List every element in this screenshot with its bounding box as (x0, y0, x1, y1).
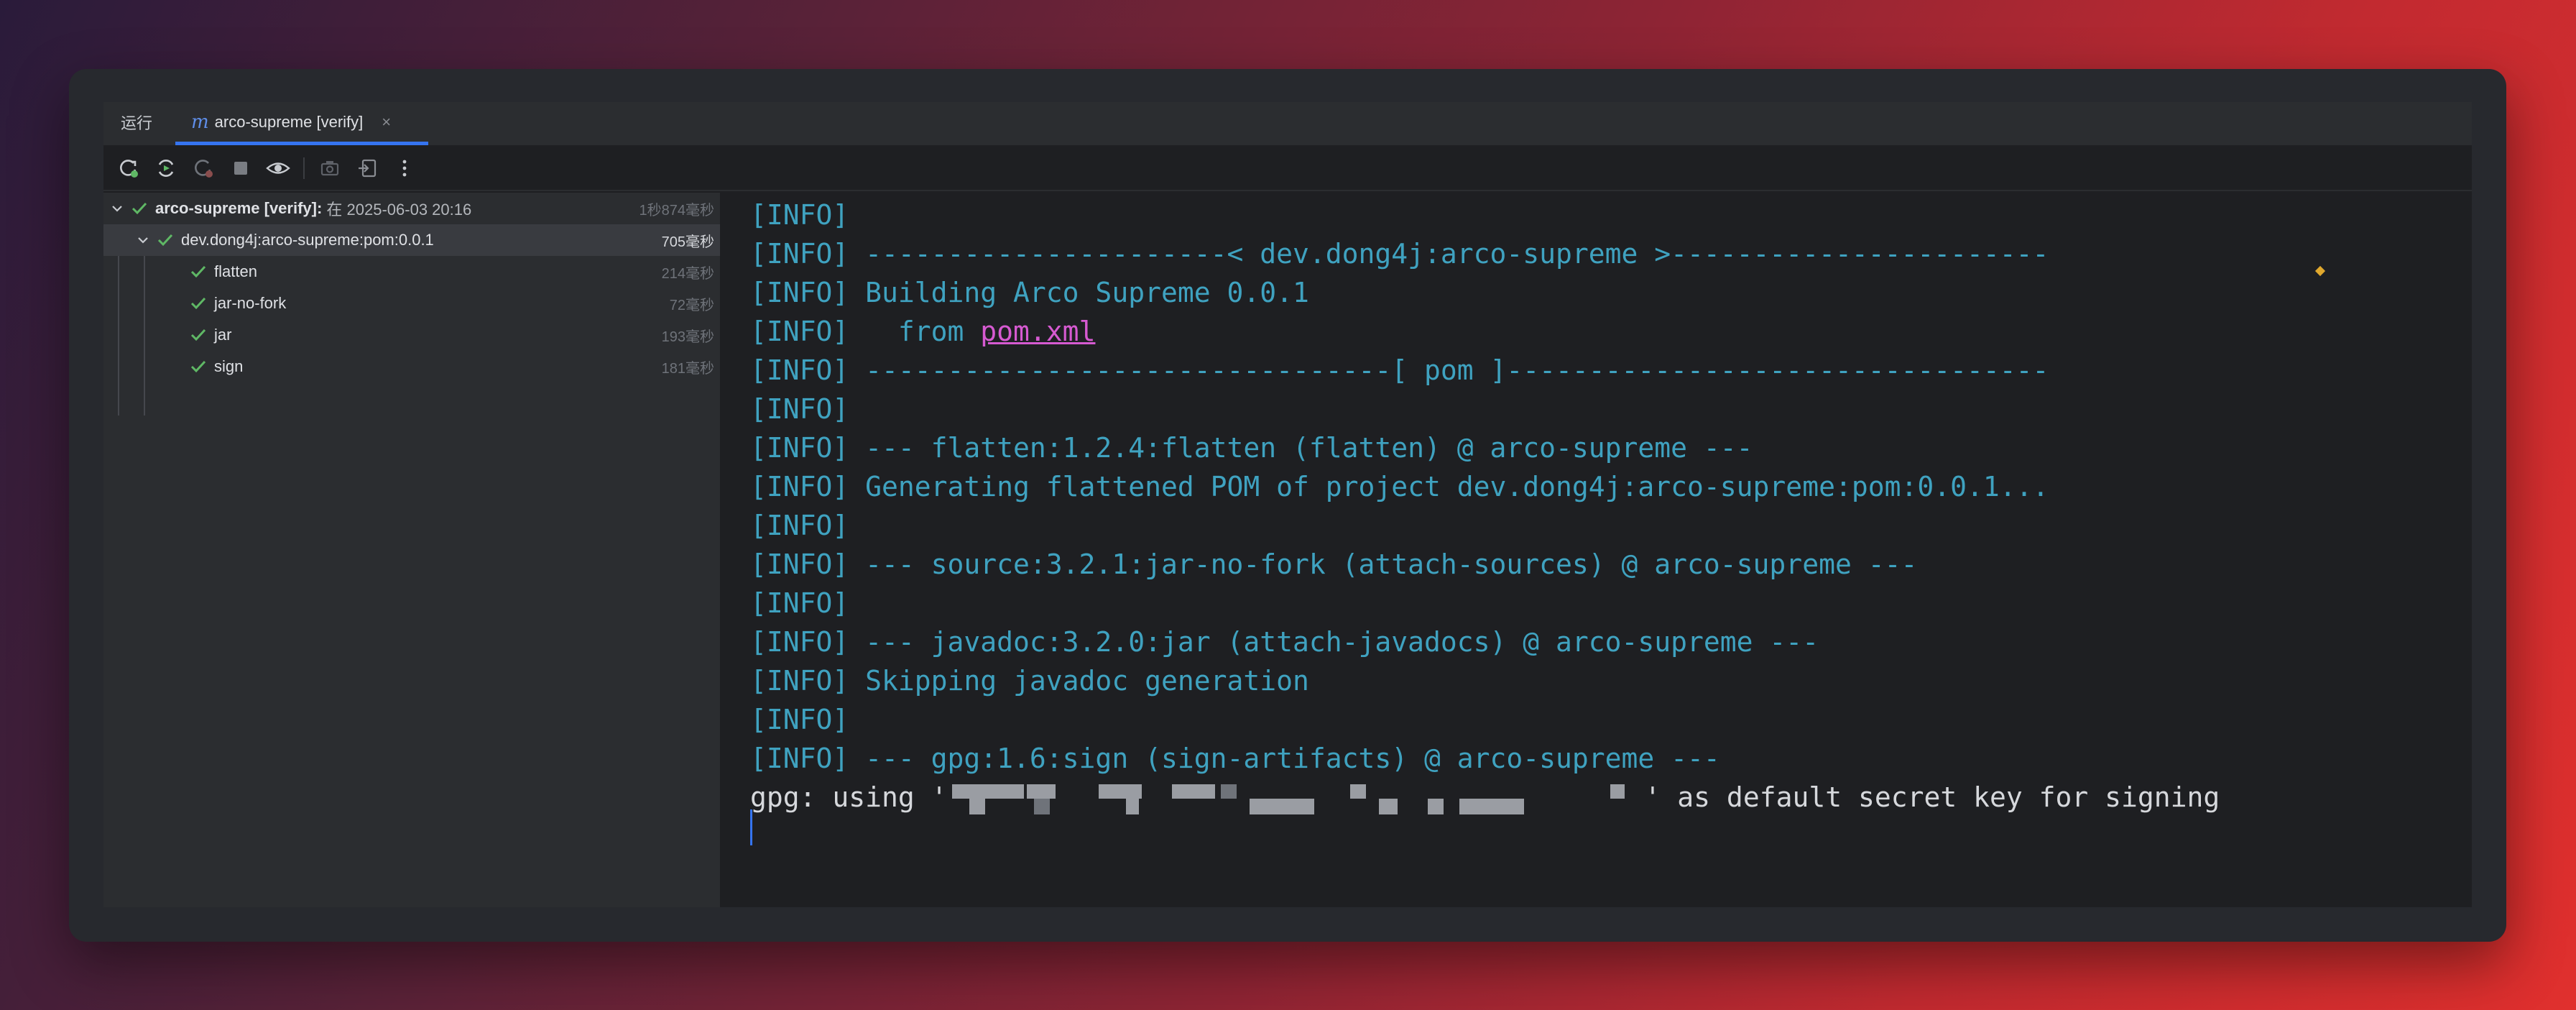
tab-arco-supreme-verify[interactable]: m arco-supreme [verify] × (175, 102, 428, 145)
console-line-gpg: gpg: using ' ' as default secret key for … (721, 778, 2472, 817)
check-icon (190, 297, 206, 310)
check-icon (131, 202, 147, 215)
goal-label: jar (214, 326, 232, 344)
console-line: [INFO] --------------------------------[… (750, 354, 2049, 386)
console-line: [INFO] (750, 199, 849, 231)
console-line: [INFO] --- flatten:1.2.4:flatten (flatte… (750, 432, 1753, 464)
tree-goal-row[interactable]: flatten 214毫秒 (103, 256, 720, 288)
console-line: [INFO] (750, 393, 849, 425)
console-line: [INFO] Skipping javadoc generation (750, 665, 1309, 697)
toolbar-separator (303, 157, 305, 179)
console-output[interactable]: [INFO] [INFO] ----------------------< de… (721, 193, 2472, 907)
rerun-failed-icon[interactable] (154, 156, 178, 180)
module-label: dev.dong4j:arco-supreme:pom:0.0.1 (181, 231, 434, 249)
maven-icon: m (191, 111, 209, 133)
console-line: [INFO] ----------------------< dev.dong4… (750, 238, 2049, 270)
goal-duration: 181毫秒 (661, 360, 714, 377)
goal-duration: 193毫秒 (661, 329, 714, 345)
pom-xml-link[interactable]: pom.xml (980, 316, 1095, 347)
more-icon[interactable] (392, 156, 417, 180)
build-tree: arco-supreme [verify]: 在 2025-06-03 20:1… (103, 193, 721, 907)
tab-label: arco-supreme [verify] (214, 112, 364, 131)
chevron-down-icon[interactable] (137, 234, 149, 247)
gpg-prefix: gpg: using ' (750, 781, 948, 813)
console-line: [INFO] --- source:3.2.1:jar-no-fork (att… (750, 548, 1918, 580)
check-icon (190, 329, 206, 341)
redacted-key (948, 783, 1645, 816)
chevron-down-icon[interactable] (111, 202, 124, 215)
run-title: 运行 (121, 114, 153, 132)
root-label: arco-supreme [verify]: (155, 199, 323, 217)
module-duration: 705毫秒 (661, 234, 714, 250)
root-duration: 1秒874毫秒 (639, 202, 715, 219)
toggle-auto-rerun-icon[interactable] (191, 156, 216, 180)
goal-label: sign (214, 357, 244, 375)
console-line: [INFO] (750, 587, 849, 619)
tree-goal-row[interactable]: sign 181毫秒 (103, 351, 720, 382)
screenshot-icon[interactable] (318, 156, 342, 180)
goal-label: jar-no-fork (214, 294, 287, 312)
run-panel: 运行 m arco-supreme [verify] × arco-suprem… (103, 102, 2472, 907)
console-line-from: [INFO] from pom.xml (721, 312, 2472, 351)
check-icon (190, 265, 206, 278)
tree-module-row[interactable]: dev.dong4j:arco-supreme:pom:0.0.1 705毫秒 (103, 224, 720, 256)
check-icon (157, 234, 173, 247)
from-prefix: [INFO] from (750, 316, 981, 347)
tree-goal-row[interactable]: jar 193毫秒 (103, 319, 720, 351)
console-line: [INFO] Generating flattened POM of proje… (750, 471, 2049, 502)
gpg-suffix: ' as default secret key for signing (1644, 781, 2220, 813)
show-icon[interactable] (266, 156, 290, 180)
goal-label: flatten (214, 262, 257, 280)
run-tool-window: 运行 m arco-supreme [verify] × arco-suprem… (69, 69, 2506, 942)
tree-root-row[interactable]: arco-supreme [verify]: 在 2025-06-03 20:1… (103, 193, 720, 224)
import-icon[interactable] (355, 156, 379, 180)
toolbar (103, 147, 2472, 191)
console-line: [INFO] --- javadoc:3.2.0:jar (attach-jav… (750, 626, 1819, 658)
root-timestamp: 在 2025-06-03 20:16 (322, 201, 472, 219)
goal-duration: 214毫秒 (661, 265, 714, 282)
stop-icon[interactable] (228, 156, 253, 180)
rerun-icon[interactable] (116, 156, 141, 180)
tree-goal-row[interactable]: jar-no-fork 72毫秒 (103, 288, 720, 319)
check-icon (190, 360, 206, 373)
tab-bar: 运行 m arco-supreme [verify] × (103, 102, 2472, 147)
close-icon[interactable]: × (382, 113, 391, 132)
console-line: [INFO] (750, 704, 849, 735)
text-cursor (750, 809, 752, 845)
console-line: [INFO] (750, 510, 849, 541)
goal-duration: 72毫秒 (669, 297, 714, 313)
console-line: [INFO] --- gpg:1.6:sign (sign-artifacts)… (750, 743, 1720, 774)
console-line: [INFO] Building Arco Supreme 0.0.1 (750, 277, 1309, 308)
